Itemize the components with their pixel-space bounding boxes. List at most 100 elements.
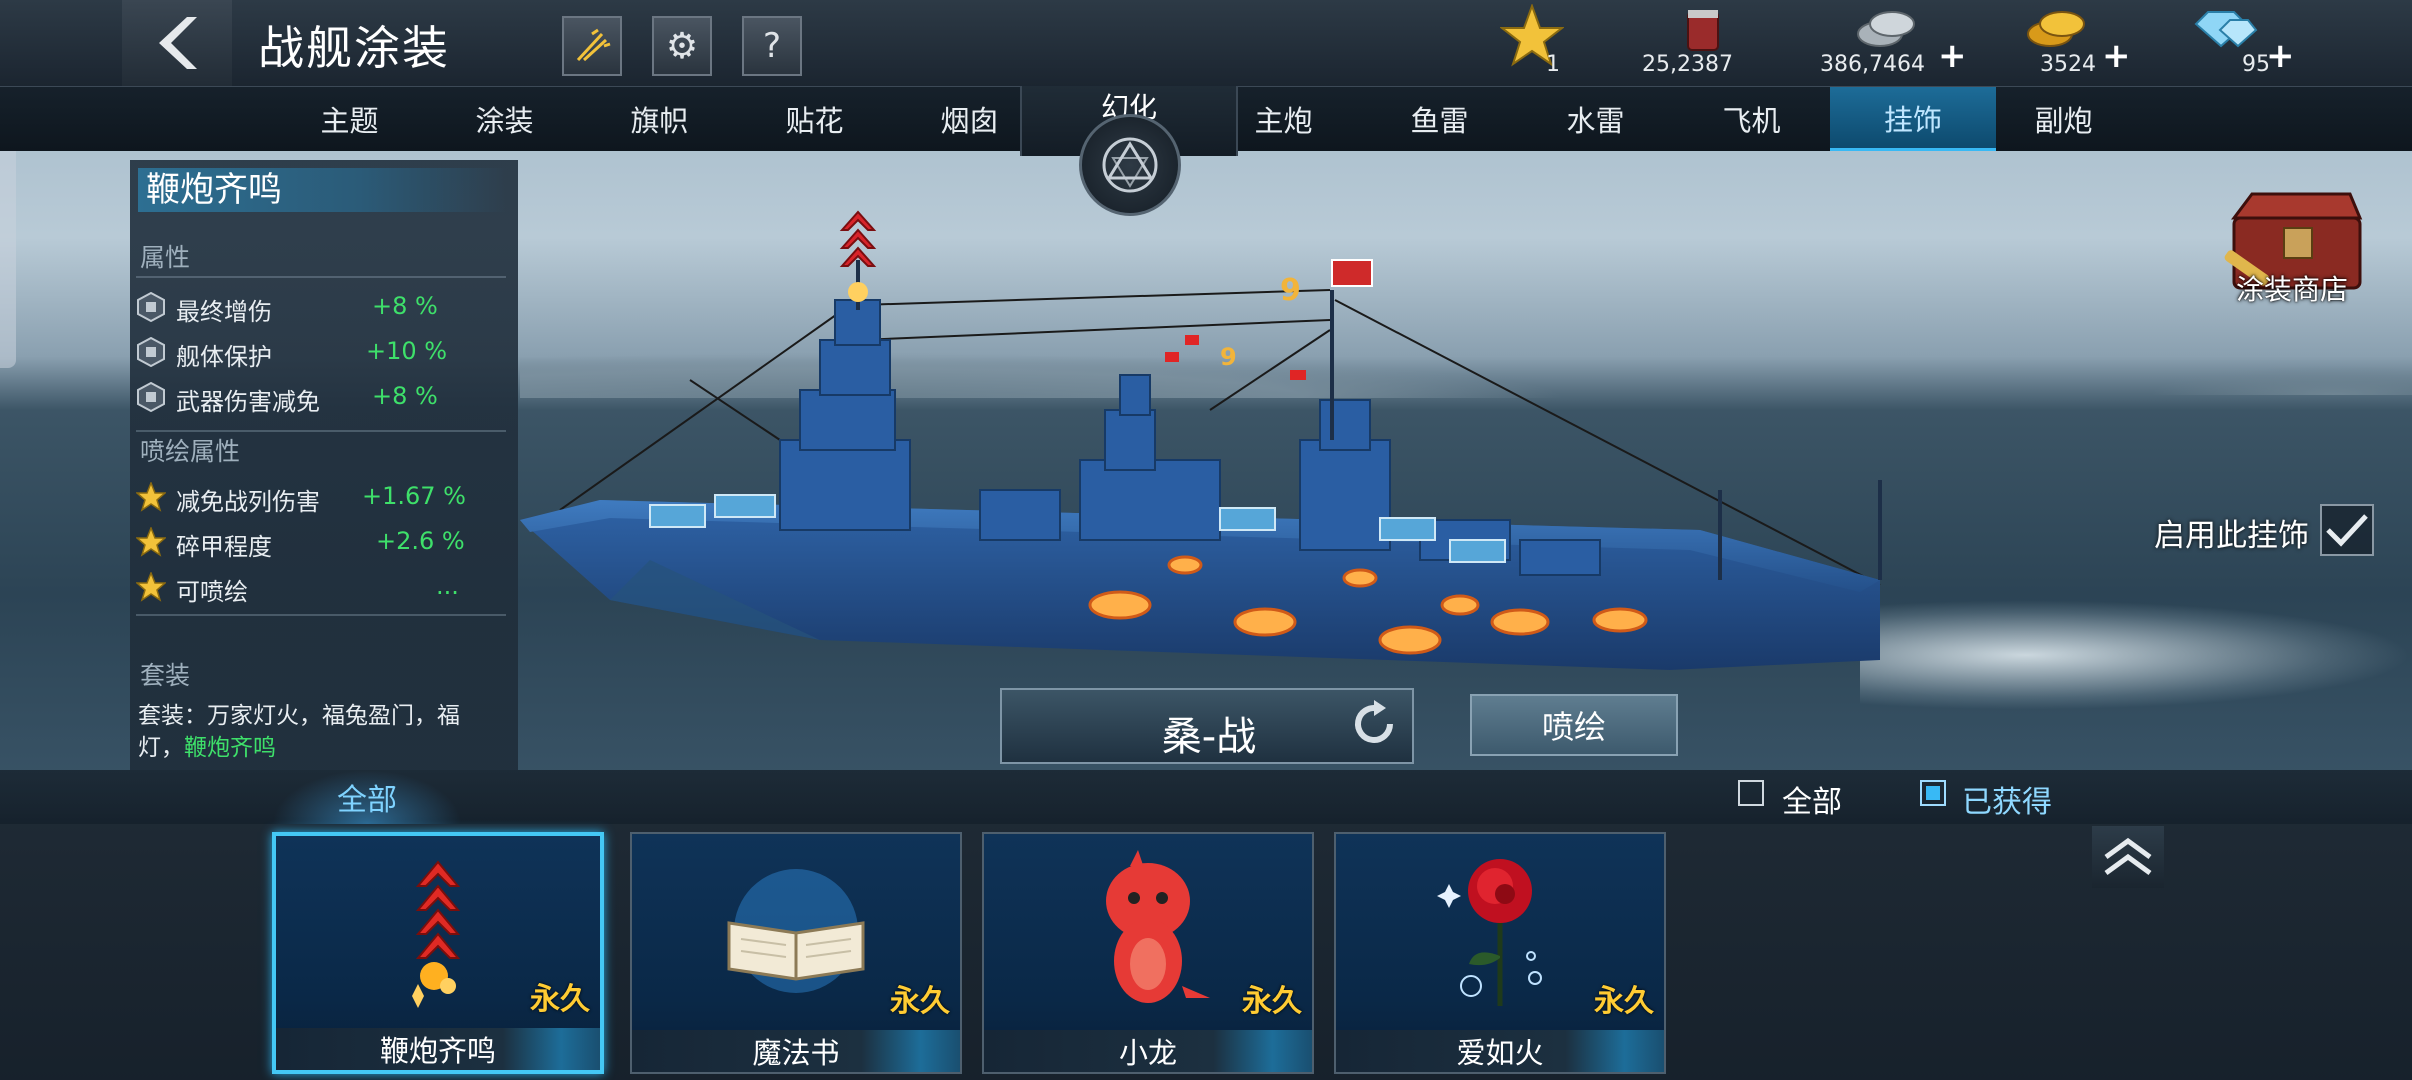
star-icon <box>136 572 166 602</box>
settings-button[interactable]: ⚙ <box>652 16 712 76</box>
silver-coin-icon <box>1857 11 1915 47</box>
filter-all-label[interactable]: 全部 <box>1782 777 1842 821</box>
attribute-panel: 鞭炮齐鸣 属性 最终增伤 +8 % 舰体保护 +10 % 武器伤害减免 +8 %… <box>130 160 518 770</box>
transform-emblem-icon <box>1102 137 1158 193</box>
spray-section-label: 喷绘属性 <box>140 437 241 466</box>
tab-torpedo[interactable]: 鱼雷 <box>1362 87 1517 151</box>
currency-gold[interactable]: 3524 + <box>2016 0 2136 86</box>
firework-icon <box>576 28 611 62</box>
diamond-icon <box>2194 11 2258 48</box>
filter-owned-label[interactable]: 已获得 <box>1962 777 2052 821</box>
gold-plus-icon[interactable]: + <box>2102 36 2131 76</box>
enable-ornament-checkbox[interactable] <box>2320 504 2374 556</box>
filter-owned-checkbox[interactable] <box>1920 780 1946 806</box>
attr-value: +8 % <box>372 382 438 410</box>
spray-attr-row: 碎甲程度 +2.6 % <box>136 523 506 563</box>
currency-star: 1 <box>1500 0 1580 86</box>
back-button[interactable] <box>122 0 232 86</box>
item-duration: 永久 <box>1594 984 1654 1019</box>
divider <box>136 276 506 278</box>
tab-decal[interactable]: 贴花 <box>737 87 892 151</box>
divider <box>136 614 506 616</box>
set-section-label: 套装 <box>140 661 191 690</box>
tab-mine[interactable]: 水雷 <box>1518 87 1673 151</box>
rotate-view-button[interactable] <box>1346 694 1402 754</box>
item-duration: 永久 <box>890 984 950 1019</box>
item-card[interactable]: 永久 小龙 <box>982 832 1314 1074</box>
silver-plus-icon[interactable]: + <box>1938 36 1967 76</box>
item-name: 魔法书 <box>632 1030 960 1072</box>
spray-attr-value: +2.6 % <box>376 527 465 555</box>
item-name: 爱如火 <box>1336 1030 1664 1072</box>
item-name: 鞭炮齐鸣 <box>276 1028 600 1070</box>
set-description: 套装：万家灯火，福兔盈门，福灯，鞭炮齐鸣 <box>138 700 498 764</box>
collapse-button[interactable] <box>2092 826 2164 888</box>
page-title: 战舰涂装 <box>258 21 450 75</box>
check-icon <box>2326 514 2368 547</box>
item-card[interactable]: 永久 鞭炮齐鸣 <box>272 832 604 1074</box>
hex-bolt-icon <box>137 292 165 322</box>
currency-paint: 25,2387 <box>1640 0 1760 86</box>
spray-button[interactable]: 喷绘 <box>1470 694 1678 756</box>
distant-hills-right <box>2150 365 2412 395</box>
gold-count: 3524 <box>2040 52 2096 77</box>
hex-bolt-icon <box>137 382 165 412</box>
currency-diamond[interactable]: 95 + <box>2190 0 2310 86</box>
firecracker-icon <box>412 860 461 1008</box>
spray-attr-row: 可喷绘 ... <box>136 568 506 608</box>
svg-text:9: 9 <box>1220 343 1237 371</box>
star-count: 1 <box>1546 52 1560 77</box>
silver-count: 386,7464 <box>1820 52 1925 77</box>
battleship-model[interactable]: 9 9 <box>520 200 1900 680</box>
spray-attr-name: 减免战列伤害 <box>176 488 320 516</box>
left-edge-handle[interactable] <box>0 136 16 368</box>
paint-shop-label[interactable]: 涂装商店 <box>2236 268 2348 308</box>
item-duration: 永久 <box>530 982 590 1017</box>
attr-value: +8 % <box>372 292 438 320</box>
tab-all-items[interactable]: 全部 <box>272 770 462 824</box>
attr-name: 最终增伤 <box>176 298 272 326</box>
tab-ornament[interactable]: 挂饰 <box>1830 87 1996 151</box>
attr-row: 舰体保护 +10 % <box>136 333 506 373</box>
tab-flag[interactable]: 旗帜 <box>582 87 737 151</box>
transform-button[interactable] <box>1079 114 1181 216</box>
spray-attr-value: +1.67 % <box>362 482 466 510</box>
help-button[interactable]: ? <box>742 16 802 76</box>
ship-wake <box>1860 600 2412 710</box>
back-chevron-icon <box>159 17 197 69</box>
set-current-member: 鞭炮齐鸣 <box>184 735 276 761</box>
rose-icon <box>1437 859 1542 1006</box>
firework-button[interactable] <box>562 16 622 76</box>
svg-text:9: 9 <box>1280 273 1301 308</box>
little-dragon-icon <box>1106 850 1210 1003</box>
star-icon <box>136 527 166 557</box>
spray-attr-row: 减免战列伤害 +1.67 % <box>136 478 506 518</box>
tab-theme[interactable]: 主题 <box>272 87 427 151</box>
magic-book-icon <box>727 869 865 993</box>
attr-row: 武器伤害减免 +8 % <box>136 378 506 418</box>
attr-name: 舰体保护 <box>176 343 272 371</box>
item-card[interactable]: 永久 爱如火 <box>1334 832 1666 1074</box>
item-duration: 永久 <box>1242 984 1302 1019</box>
ornament-title: 鞭炮齐鸣 <box>138 168 508 212</box>
tab-aircraft[interactable]: 飞机 <box>1674 87 1829 151</box>
hex-bolt-icon <box>137 337 165 367</box>
attr-name: 武器伤害减免 <box>176 388 320 416</box>
gold-coin-icon <box>2027 11 2085 47</box>
double-chevron-up-icon <box>2104 837 2152 876</box>
spray-attr-name: 碎甲程度 <box>176 533 272 561</box>
star-icon <box>136 482 166 512</box>
attr-value: +10 % <box>366 337 448 365</box>
gear-icon: ⚙ <box>665 25 699 67</box>
filter-all-checkbox[interactable] <box>1738 780 1764 806</box>
currency-silver[interactable]: 386,7464 + <box>1820 0 1970 86</box>
paint-count: 25,2387 <box>1642 52 1733 77</box>
tab-paint[interactable]: 涂装 <box>427 87 582 151</box>
item-card[interactable]: 永久 魔法书 <box>630 832 962 1074</box>
tab-secondary-gun[interactable]: 副炮 <box>1986 87 2141 151</box>
attr-section-label: 属性 <box>140 243 191 272</box>
diamond-plus-icon[interactable]: + <box>2266 36 2295 76</box>
paint-bucket-icon <box>1687 10 1719 51</box>
attr-row: 最终增伤 +8 % <box>136 288 506 328</box>
spray-attr-name: 可喷绘 <box>176 578 248 606</box>
